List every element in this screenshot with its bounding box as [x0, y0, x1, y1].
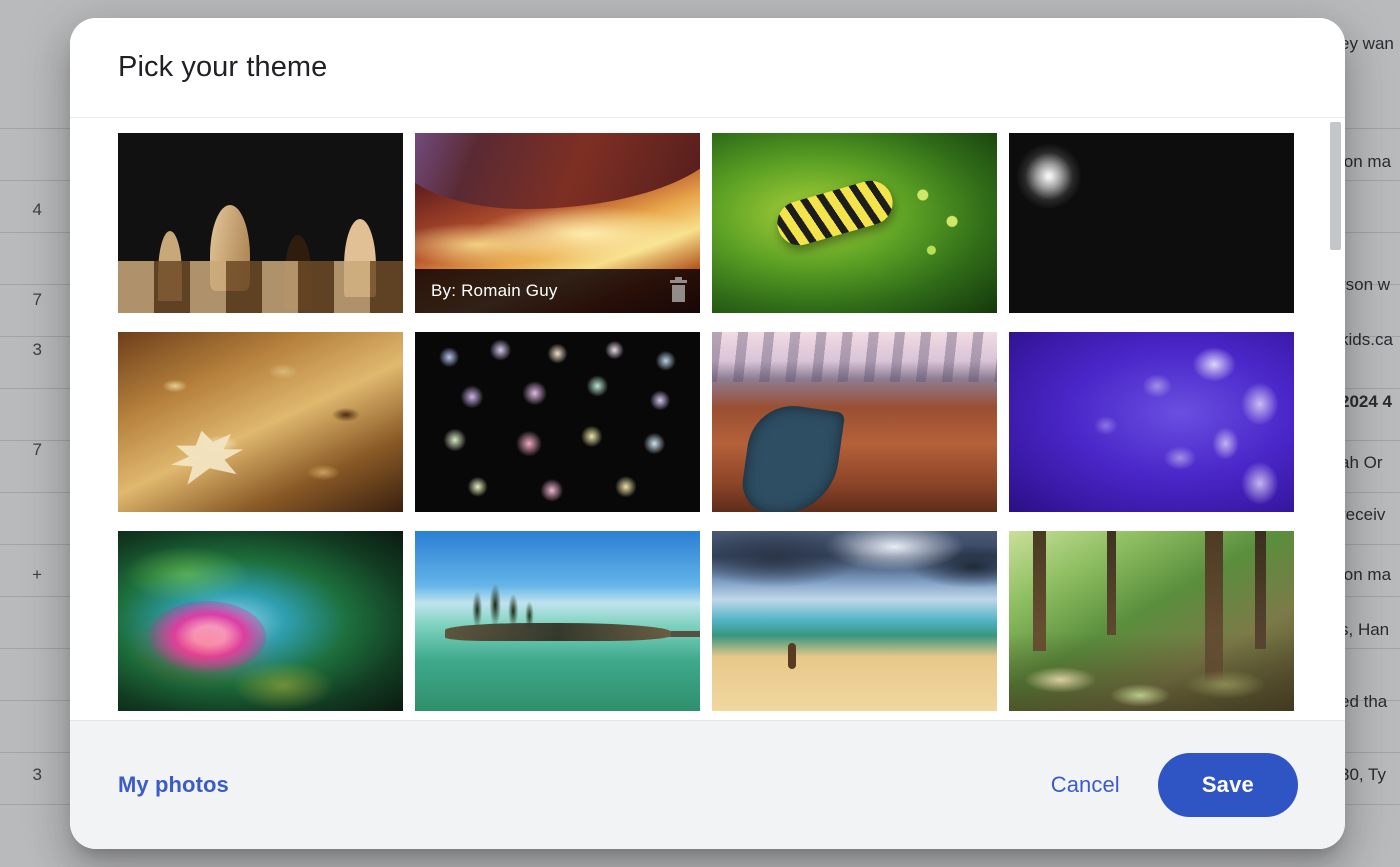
theme-thumbnail — [118, 332, 403, 512]
theme-card-horseshoe-bend[interactable] — [712, 332, 997, 512]
theme-thumbnail — [712, 133, 997, 313]
theme-card-lake-tahoe[interactable] — [415, 531, 700, 711]
pick-theme-dialog: Pick your theme By: Romain Guy My photos… — [70, 18, 1345, 849]
theme-card-beach-storm[interactable] — [712, 531, 997, 711]
theme-author-label: By: Romain Guy — [431, 281, 558, 300]
theme-thumbnail — [415, 531, 700, 711]
theme-thumbnail — [1009, 133, 1294, 313]
dialog-footer: My photos Cancel Save — [70, 720, 1345, 849]
trash-icon[interactable] — [669, 277, 688, 302]
theme-card-caterpillar[interactable] — [712, 133, 997, 313]
footer-actions: Cancel Save — [1047, 753, 1298, 817]
dialog-header: Pick your theme — [70, 18, 1345, 118]
theme-card-pipes[interactable] — [1009, 133, 1294, 313]
theme-thumbnail — [712, 332, 997, 512]
theme-thumbnail — [415, 332, 700, 512]
theme-card-autumn-leaves[interactable] — [118, 332, 403, 512]
scrollbar-thumb[interactable] — [1330, 122, 1341, 250]
page-title: Pick your theme — [118, 51, 328, 83]
my-photos-button[interactable]: My photos — [118, 772, 229, 798]
theme-thumbnail — [1009, 332, 1294, 512]
theme-grid: By: Romain Guy — [70, 118, 1345, 720]
theme-thumbnail — [712, 531, 997, 711]
theme-card-chess[interactable] — [118, 133, 403, 313]
theme-card-canyon[interactable]: By: Romain Guy — [415, 133, 700, 313]
cancel-button[interactable]: Cancel — [1047, 764, 1124, 806]
theme-card-jellyfish[interactable] — [1009, 332, 1294, 512]
theme-thumbnail — [1009, 531, 1294, 711]
scrollbar-track[interactable] — [1330, 118, 1341, 720]
theme-caption: By: Romain Guy — [415, 269, 700, 313]
theme-thumbnail — [118, 133, 403, 313]
theme-card-forest-creek[interactable] — [1009, 531, 1294, 711]
save-button[interactable]: Save — [1157, 753, 1298, 817]
theme-card-water-droplet[interactable] — [118, 531, 403, 711]
theme-card-bokeh-lights[interactable] — [415, 332, 700, 512]
theme-scroll-area[interactable]: By: Romain Guy — [70, 118, 1345, 720]
theme-thumbnail — [118, 531, 403, 711]
